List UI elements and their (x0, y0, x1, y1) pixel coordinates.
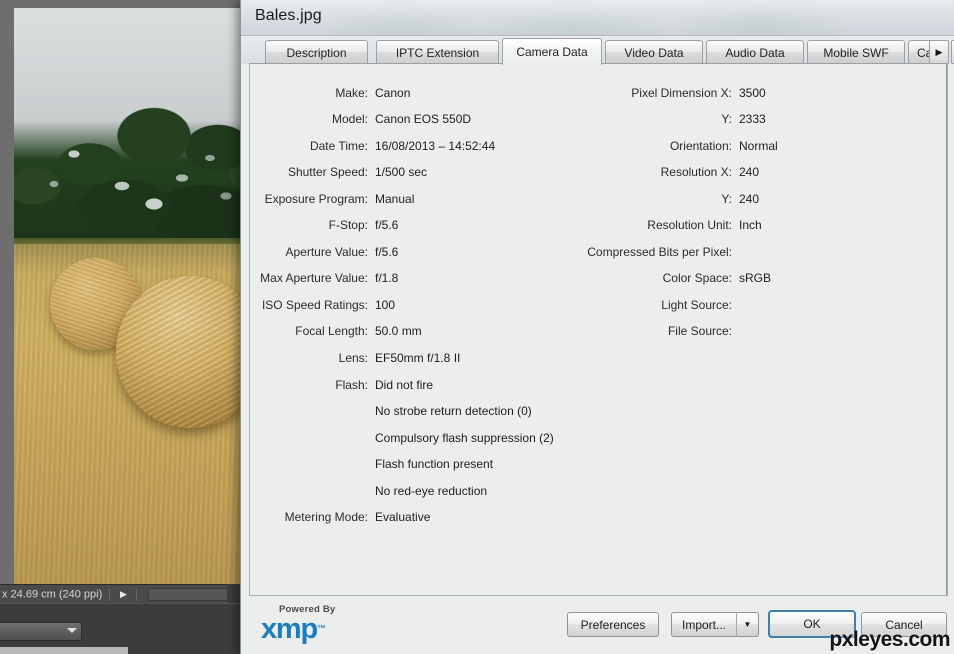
dialog-titlebar[interactable]: Bales.jpg (241, 0, 954, 36)
metadata-row: Light Source: (570, 296, 739, 313)
metadata-value[interactable]: 2333 (732, 112, 766, 126)
tab-scroll-right-button[interactable]: ▶ (929, 40, 949, 64)
metadata-label: File Source: (667, 324, 732, 339)
metadata-label: Light Source: (661, 297, 732, 312)
metadata-label: Y: (721, 112, 732, 127)
dialog-title: Bales.jpg (255, 7, 322, 24)
tab-audio-data[interactable]: Audio Data (706, 40, 804, 64)
metadata-value[interactable]: Inch (732, 218, 762, 232)
chevron-down-icon (67, 628, 77, 633)
metadata-row: Resolution Unit: Inch (570, 217, 762, 234)
photo-hay-bales (14, 8, 245, 584)
photoshop-status-bar: x 24.69 cm (240 ppi) ▶ ◂ (0, 584, 228, 603)
trademark-icon: ™ (317, 623, 327, 634)
xmp-wordmark: xmp (261, 613, 318, 645)
metadata-label: Y: (721, 191, 732, 206)
status-scroll-track[interactable] (148, 588, 228, 601)
camera-data-panel: Make: Canon Model: Canon EOS 550D Date Time:… (249, 63, 948, 596)
metadata-label: Compressed Bits per Pixel: (587, 244, 732, 259)
site-watermark: pxleyes.com (829, 628, 950, 651)
tabs-row: Description IPTC Extension Camera Data Vide… (253, 36, 954, 65)
photoshop-combo-box[interactable] (0, 622, 82, 641)
metadata-value[interactable]: Normal (732, 139, 778, 153)
metadata-label: Color Space: (662, 271, 732, 286)
metadata-row: Resolution X: 240 (570, 164, 759, 181)
metadata-row: Orientation: Normal (570, 137, 778, 154)
metadata-label: Resolution X: (660, 165, 732, 180)
triangle-down-icon: ▼ (743, 620, 752, 629)
metadata-row: Color Space: sRGB (570, 270, 771, 287)
metadata-row: Pixel Dimension X: 3500 (570, 84, 766, 101)
status-divider (109, 588, 111, 601)
metadata-row: Y: 240 (570, 190, 759, 207)
photo-leaf-gaps (14, 36, 245, 258)
metadata-value[interactable]: 240 (732, 192, 759, 206)
import-button[interactable]: Import... (671, 612, 737, 637)
preferences-button[interactable]: Preferences (567, 612, 659, 637)
metadata-value[interactable]: 3500 (732, 86, 766, 100)
tab-mobile-swf[interactable]: Mobile SWF (807, 40, 905, 64)
photoshop-canvas[interactable] (0, 0, 245, 584)
metadata-value[interactable]: 240 (732, 165, 759, 179)
xmp-logo: Powered By xmp™ (261, 604, 357, 645)
metadata-value[interactable]: sRGB (732, 271, 771, 285)
metadata-label: Orientation: (669, 138, 732, 153)
photoshop-bottom-strip (0, 647, 128, 654)
metadata-row: Compressed Bits per Pixel: (570, 243, 739, 260)
file-info-dialog: Bales.jpg Description IPTC Extension Camer… (240, 0, 954, 654)
screenshot-root: x 24.69 cm (240 ppi) ▶ ◂ Bales.jpg Descr… (0, 0, 954, 654)
tab-video-data[interactable]: Video Data (605, 40, 703, 64)
metadata-label: Resolution Unit: (647, 218, 732, 233)
tab-description[interactable]: Description (265, 40, 368, 64)
tab-iptc-extension[interactable]: IPTC Extension (376, 40, 499, 64)
metadata-label: Pixel Dimension X: (631, 85, 732, 100)
metadata-row: Y: 2333 (570, 111, 766, 128)
tab-camera-data[interactable]: Camera Data (502, 38, 602, 65)
triangle-right-icon: ▶ (935, 46, 943, 57)
play-right-icon[interactable]: ▶ (117, 585, 129, 603)
status-divider-2 (136, 588, 138, 601)
status-bar-text: x 24.69 cm (240 ppi) (2, 588, 103, 601)
camera-data-right-column: Pixel Dimension X: 3500 Y: 2333 Orientation:… (250, 64, 947, 595)
import-dropdown-button[interactable]: ▼ (737, 612, 759, 637)
metadata-row: File Source: (570, 323, 739, 340)
tab-strip: Description IPTC Extension Camera Data Vide… (241, 36, 954, 65)
